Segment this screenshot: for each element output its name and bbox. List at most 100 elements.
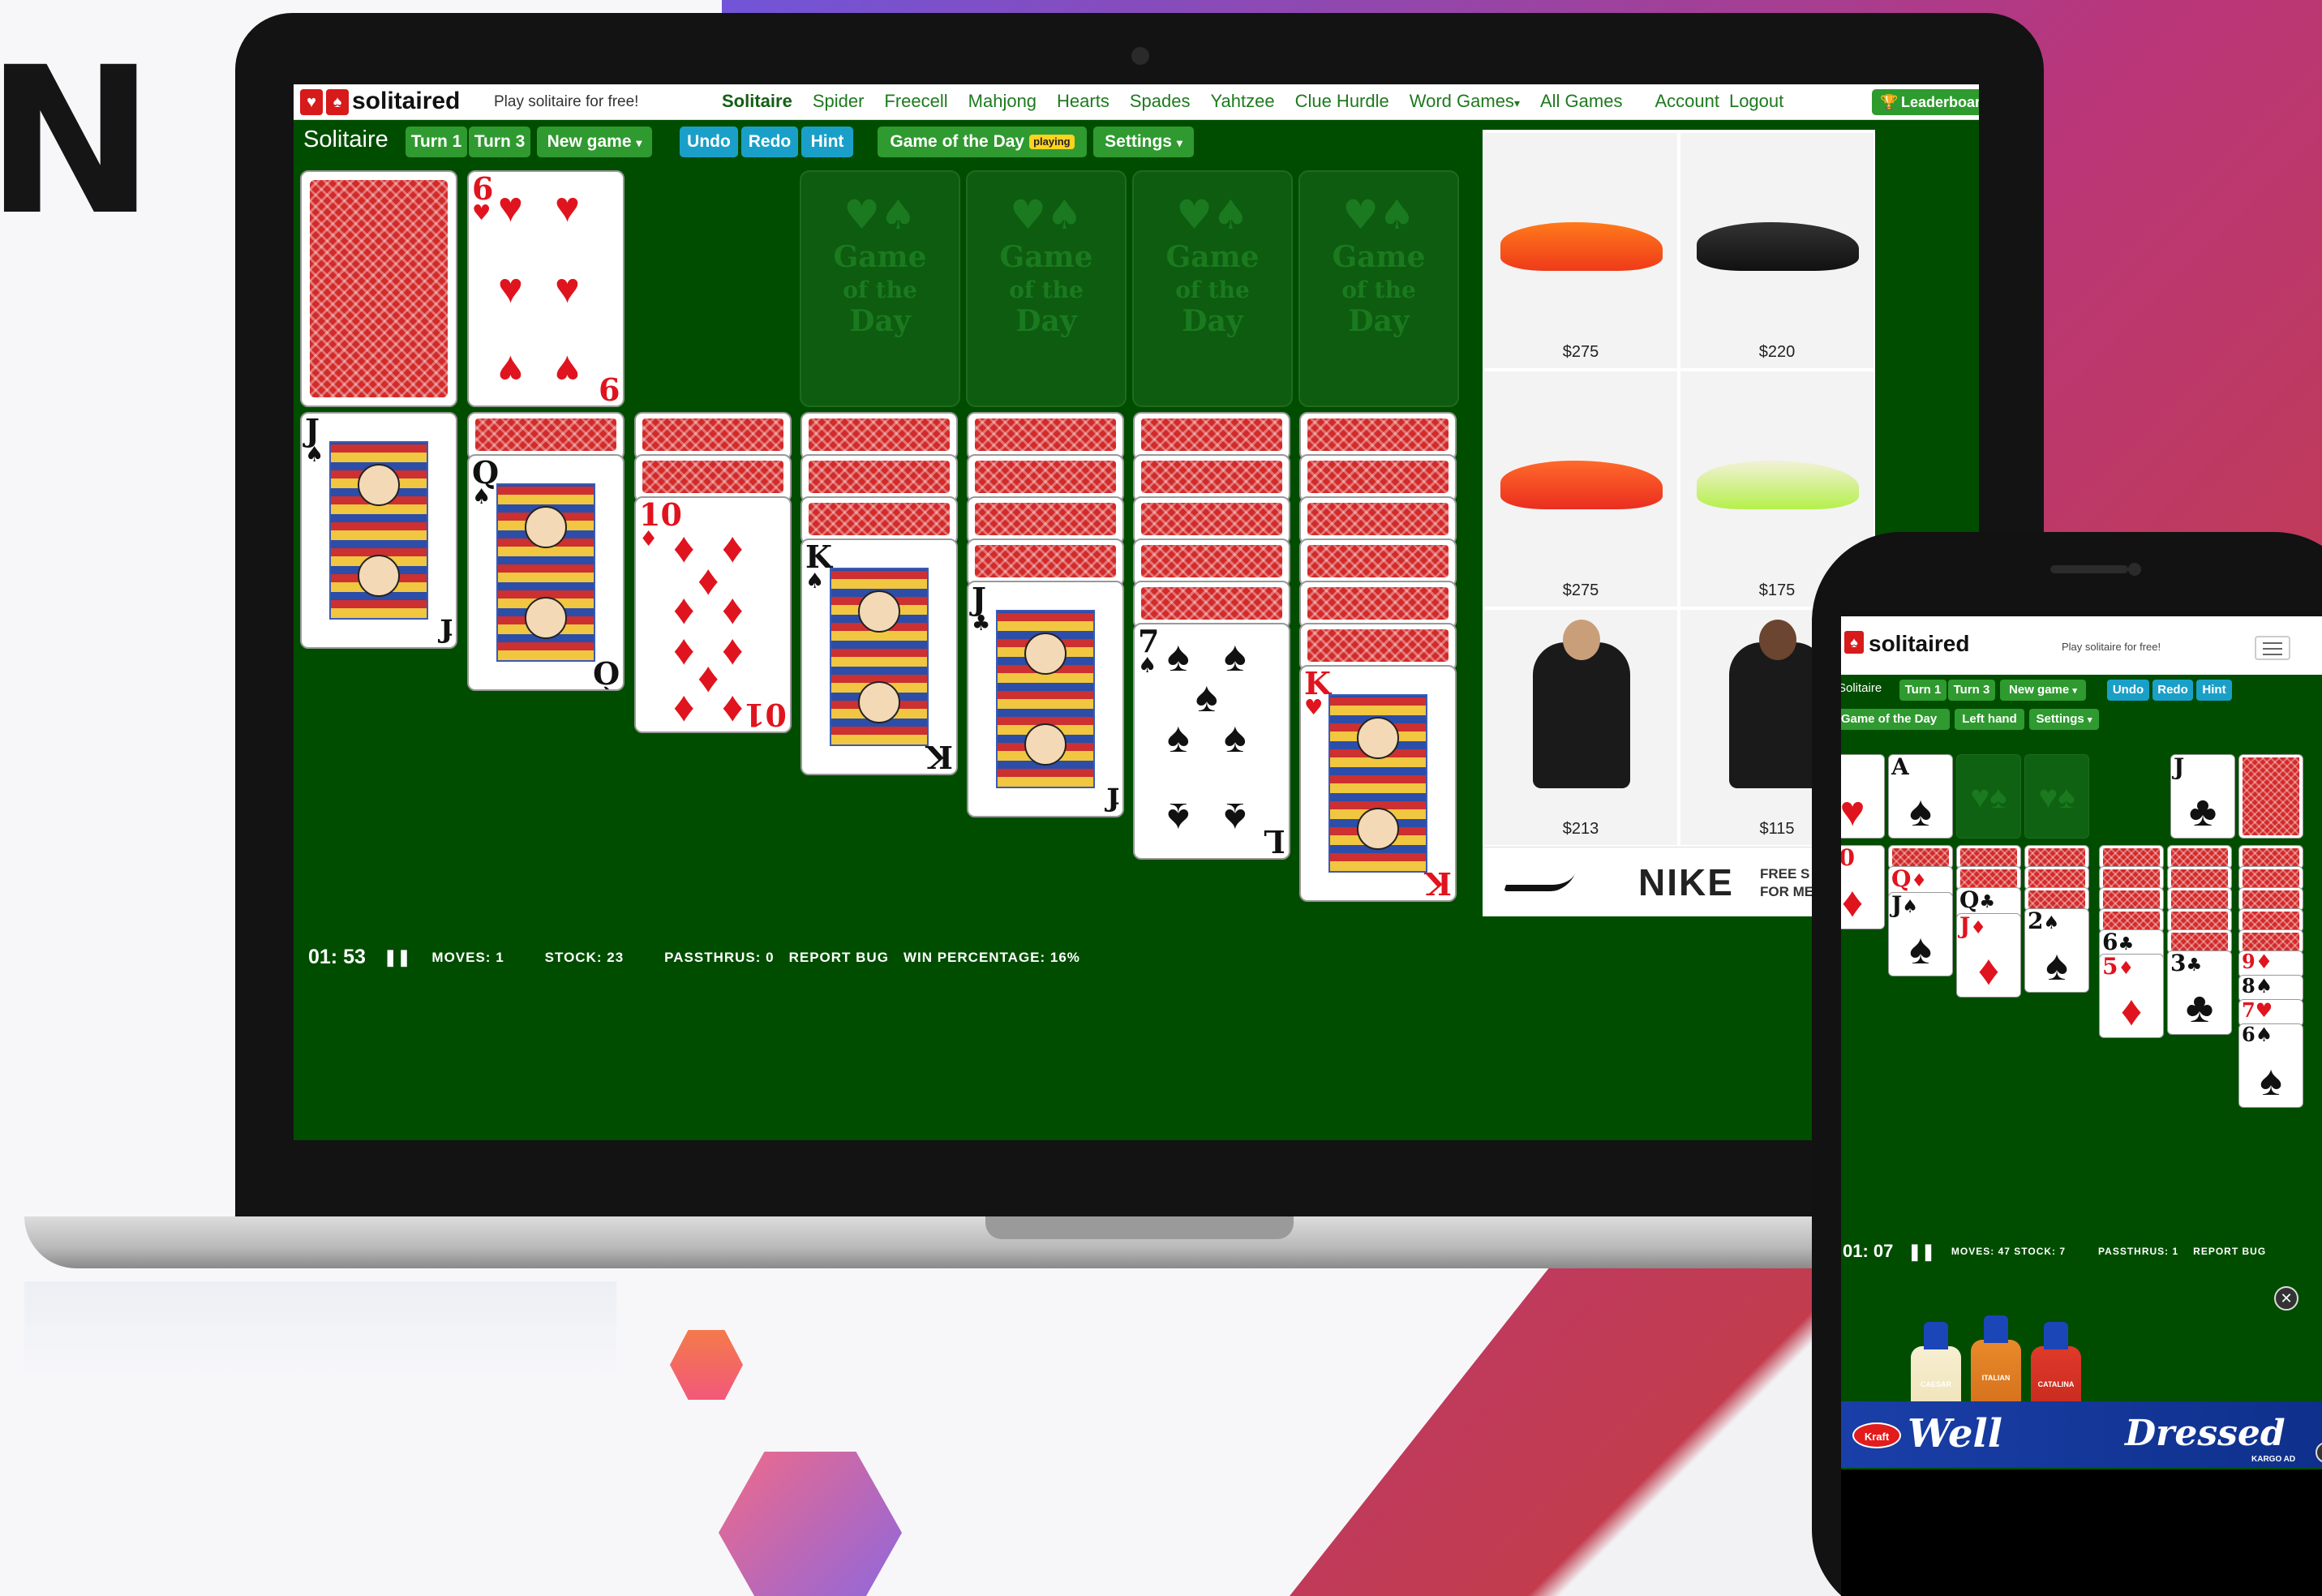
face-down-card bbox=[1299, 412, 1457, 461]
stock-pile[interactable] bbox=[300, 170, 457, 407]
tableau-card-queen-spades[interactable]: Q ♠ Ò bbox=[467, 454, 624, 691]
leaderboard-button[interactable]: 🏆Leaderboard bbox=[1872, 89, 1979, 115]
kraft-ad-banner[interactable]: Kraft Well Dressed KARGO AD bbox=[1841, 1401, 2322, 1468]
spade-pip-icon: ♠ bbox=[1224, 633, 1247, 680]
report-bug-link[interactable]: REPORT BUG bbox=[789, 950, 889, 966]
mobile-foundation-ace-hearts[interactable]: A♥ bbox=[1841, 754, 1885, 839]
tableau-card-king-hearts[interactable]: K ♥ K bbox=[1299, 665, 1457, 902]
pause-icon[interactable]: ❚❚ bbox=[1908, 1242, 1935, 1262]
mobile-tableau-card[interactable]: 7♥ bbox=[2238, 999, 2303, 1027]
mobile-hint-button[interactable]: Hint bbox=[2196, 680, 2232, 701]
face-down-card bbox=[1299, 496, 1457, 545]
foundation-pile-2[interactable]: ♥♠ Game of the Day bbox=[966, 170, 1127, 407]
mobile-tableau-card[interactable]: J♠ ♠ bbox=[1888, 892, 1953, 976]
nav-yahtzee[interactable]: Yahtzee bbox=[1210, 91, 1274, 112]
mobile-gotd-button[interactable]: Game of the Day bbox=[1841, 709, 1950, 730]
hint-button[interactable]: Hint bbox=[801, 127, 853, 157]
nav-word-games[interactable]: Word Games▾ bbox=[1410, 91, 1520, 112]
ad-product-1[interactable]: $275 bbox=[1484, 133, 1677, 368]
site-tagline: Play solitaire for free! bbox=[494, 93, 639, 110]
mobile-report-bug[interactable]: REPORT BUG bbox=[2193, 1246, 2266, 1257]
laptop-hinge-notch bbox=[985, 1216, 1294, 1239]
mobile-foundation-empty[interactable]: ♥♠ bbox=[2024, 754, 2089, 839]
face-down-card bbox=[967, 538, 1124, 587]
card-rank: 6 ♥ bbox=[472, 170, 494, 225]
nav-spider[interactable]: Spider bbox=[813, 91, 865, 112]
settings-label: Settings bbox=[1105, 132, 1172, 151]
pause-icon[interactable]: ❚❚ bbox=[384, 947, 411, 967]
game-of-the-day-button[interactable]: Game of the Day playing bbox=[878, 127, 1087, 157]
tableau-card-ten-diamonds[interactable]: 10 ♦ ♦ ♦ ♦ ♦ ♦ ♦ ♦ ♦ ♦ ♦ 01 bbox=[634, 496, 792, 733]
mobile-tableau-card[interactable]: 6♠ ♠ bbox=[2238, 1023, 2303, 1108]
mobile-redo-button[interactable]: Redo bbox=[2152, 680, 2193, 701]
leaderboard-label: Leaderboard bbox=[1901, 94, 1979, 110]
face-down-card bbox=[800, 454, 958, 503]
nav-clue-hurdle[interactable]: Clue Hurdle bbox=[1295, 91, 1389, 112]
king-face-art bbox=[830, 568, 929, 746]
hamburger-menu-icon[interactable] bbox=[2255, 636, 2290, 660]
foundation-pile-3[interactable]: ♥♠ Game of the Day bbox=[1132, 170, 1293, 407]
game-timer: 01: 53 bbox=[308, 946, 366, 968]
ad-close-icon[interactable]: ✕ bbox=[2274, 1286, 2298, 1311]
settings-button[interactable]: Settings ▾ bbox=[1093, 127, 1194, 157]
ad-product-3[interactable]: $275 bbox=[1484, 371, 1677, 607]
nav-mahjong[interactable]: Mahjong bbox=[968, 91, 1037, 112]
waste-card[interactable]: 6 ♥ ♥ ♥ ♥ ♥ ♥ ♥ 9 bbox=[467, 170, 624, 407]
mobile-tableau-card[interactable]: 9♦ bbox=[2238, 950, 2303, 978]
foundation-pile-4[interactable]: ♥♠ Game of the Day bbox=[1298, 170, 1459, 407]
mobile-new-game-button[interactable]: New game ▾ bbox=[2000, 680, 2086, 701]
turn3-button[interactable]: Turn 3 bbox=[469, 127, 530, 157]
spade-pip-icon: ♠ bbox=[1167, 633, 1190, 680]
phone-speaker bbox=[2050, 565, 2128, 573]
nav-account[interactable]: Account bbox=[1655, 91, 1719, 112]
ad-product-5[interactable]: $213 bbox=[1484, 610, 1677, 845]
undo-button[interactable]: Undo bbox=[680, 127, 738, 157]
nav-logout[interactable]: Logout bbox=[1729, 91, 1783, 112]
face-down-card bbox=[634, 412, 792, 461]
mobile-waste-jack-clubs[interactable]: J ♣ bbox=[2170, 754, 2235, 839]
ad-free-shipping: FREE S FOR ME bbox=[1760, 866, 1814, 899]
mobile-site-logo[interactable]: ♠ solitaired bbox=[1844, 631, 1969, 657]
laptop-reflection bbox=[24, 1281, 616, 1379]
redo-button[interactable]: Redo bbox=[741, 127, 798, 157]
nav-freecell[interactable]: Freecell bbox=[884, 91, 947, 112]
mobile-tableau-card[interactable]: 8♠ bbox=[2238, 975, 2303, 1002]
nav-all-games[interactable]: All Games bbox=[1540, 91, 1622, 112]
ad-brand-name: NIKE bbox=[1638, 861, 1734, 903]
tableau-card-king-spades[interactable]: K ♠ K bbox=[800, 538, 958, 775]
mobile-undo-button[interactable]: Undo bbox=[2107, 680, 2149, 701]
site-logo[interactable]: solitaired bbox=[352, 88, 460, 115]
diamond-pip-icon: ♦ bbox=[673, 525, 695, 572]
new-game-label: New game bbox=[547, 132, 632, 151]
mobile-left-hand-button[interactable]: Left hand bbox=[1955, 709, 2024, 730]
diamond-pip-icon: ♦ bbox=[673, 586, 695, 633]
mobile-tableau-card[interactable]: 10♦ bbox=[1841, 845, 1885, 929]
mobile-stock-pile[interactable] bbox=[2238, 754, 2303, 839]
mobile-foundation-ace-spades[interactable]: A ♠ bbox=[1888, 754, 1953, 839]
mobile-turn1-button[interactable]: Turn 1 bbox=[1899, 680, 1946, 701]
chevron-down-icon: ▾ bbox=[636, 136, 642, 149]
jack-face-art bbox=[996, 610, 1095, 788]
logo-icon[interactable]: ♥ ♠ bbox=[300, 89, 350, 115]
mobile-tableau-card[interactable]: J♦ ♦ bbox=[1956, 913, 2021, 998]
mobile-tableau-card[interactable]: 2♠ ♠ bbox=[2024, 908, 2089, 993]
nav-spades[interactable]: Spades bbox=[1130, 91, 1191, 112]
mobile-settings-button[interactable]: Settings ▾ bbox=[2029, 709, 2099, 730]
nav-solitaire[interactable]: Solitaire bbox=[722, 91, 792, 112]
tableau-card-seven-spades[interactable]: 7 ♠ ♠ ♠ ♠ ♠ ♠ ♠ ♠ L bbox=[1133, 623, 1290, 860]
mobile-tableau-card[interactable]: 5♦ ♦ bbox=[2099, 954, 2164, 1038]
tableau-card-jack-spades[interactable]: J ♠ ſ bbox=[300, 412, 457, 649]
new-game-button[interactable]: New game ▾ bbox=[537, 127, 652, 157]
mobile-foundation-empty[interactable]: ♥♠ bbox=[1956, 754, 2021, 839]
gotd-label: Game of the Day bbox=[890, 132, 1025, 151]
mobile-tableau-card[interactable]: 3♣ ♣ bbox=[2167, 950, 2232, 1035]
ad-product-2[interactable]: $220 bbox=[1680, 133, 1873, 368]
tableau-card-jack-clubs[interactable]: J ♣ ſ bbox=[967, 581, 1124, 817]
nav-hearts[interactable]: Hearts bbox=[1057, 91, 1109, 112]
jack-face-art bbox=[329, 441, 428, 620]
foundation-pile-1[interactable]: ♥♠ Game of the Day bbox=[800, 170, 960, 407]
chevron-down-icon: ▾ bbox=[2087, 715, 2092, 725]
mobile-turn3-button[interactable]: Turn 3 bbox=[1948, 680, 1995, 701]
turn1-button[interactable]: Turn 1 bbox=[406, 127, 467, 157]
mobile-screen: ♠ solitaired Play solitaire for free! Sol… bbox=[1841, 616, 2322, 1596]
